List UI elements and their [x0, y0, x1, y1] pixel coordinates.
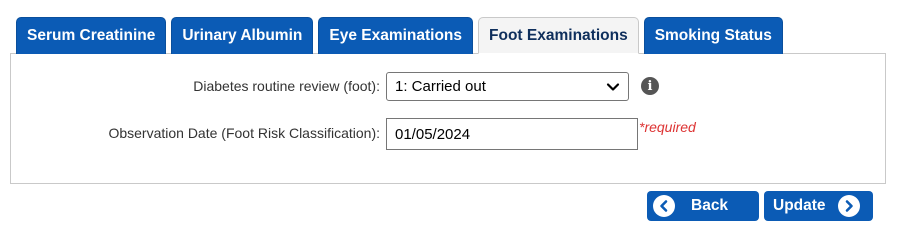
required-indicator: *required: [639, 119, 696, 135]
chevron-down-icon: [606, 83, 620, 91]
update-label: Update: [773, 197, 826, 214]
update-button[interactable]: Update: [764, 191, 873, 221]
chevron-right-icon: [837, 195, 860, 217]
review-select[interactable]: 1: Carried out: [386, 72, 629, 101]
review-label: Diabetes routine review (foot):: [193, 78, 380, 94]
info-icon[interactable]: i: [641, 77, 659, 95]
back-label: Back: [691, 197, 729, 214]
tab-urinary-albumin[interactable]: Urinary Albumin: [171, 17, 314, 54]
chevron-left-icon: [653, 195, 675, 217]
tab-serum-creatinine[interactable]: Serum Creatinine: [16, 17, 167, 54]
tab-foot-examinations[interactable]: Foot Examinations: [478, 17, 639, 54]
date-label: Observation Date (Foot Risk Classificati…: [108, 125, 380, 141]
review-select-value: 1: Carried out: [395, 78, 486, 95]
back-button[interactable]: Back: [647, 191, 759, 221]
tab-smoking-status[interactable]: Smoking Status: [643, 17, 783, 54]
observation-date-input[interactable]: 01/05/2024: [386, 118, 638, 150]
observation-date-value: 01/05/2024: [395, 125, 471, 143]
tab-bar: Serum Creatinine Urinary Albumin Eye Exa…: [16, 17, 783, 54]
tab-eye-examinations[interactable]: Eye Examinations: [318, 17, 474, 54]
